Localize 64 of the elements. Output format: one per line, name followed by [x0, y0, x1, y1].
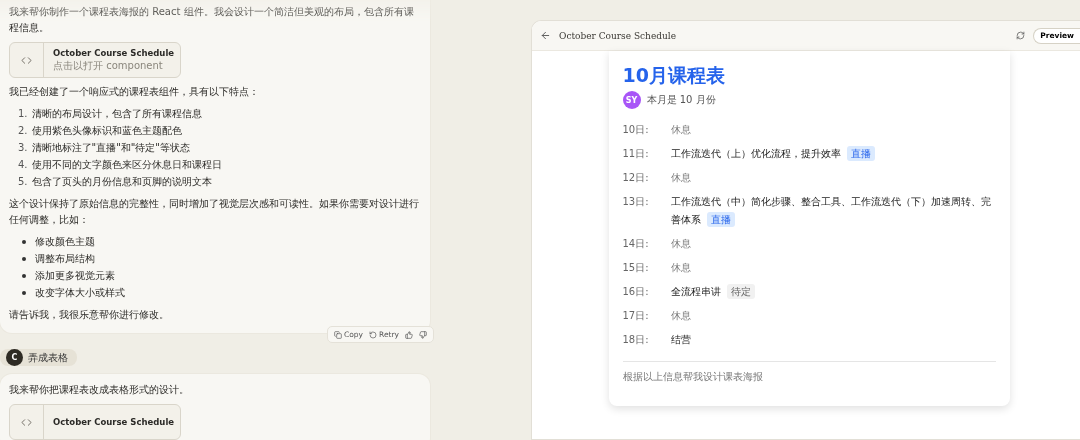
date-label: 12日: [622, 171, 650, 185]
user-avatar: C [6, 349, 23, 366]
schedule-title: 10月课程表 [622, 63, 726, 87]
artifact-card[interactable]: October Course Schedule [9, 404, 181, 440]
status-tag: 直播 [846, 146, 875, 161]
message-text: 这个设计保持了原始信息的完整性，同时增加了视觉层次感和可读性。如果你需要对设计进行任何调整，比如： [9, 197, 420, 227]
list-item-text: 清晰地标注了"直播"和"待定"等状态 [31, 141, 190, 155]
list-number: 4. [18, 158, 28, 172]
artifact-card[interactable]: October Course Schedule 点击以打开 component [9, 42, 181, 78]
bullet-icon [22, 257, 26, 261]
bullet-icon [22, 291, 26, 295]
bullet-icon [22, 240, 26, 244]
schedule-entry: 休息 [670, 237, 692, 251]
message-text: 我来帮你把课程表改成表格形式的设计。 [9, 383, 190, 397]
date-label: 11日: [622, 147, 650, 161]
date-label: 15日: [622, 261, 650, 275]
back-icon[interactable] [540, 30, 551, 41]
list-item-text: 改变字体大小或样式 [35, 286, 125, 300]
schedule-entry: 工作流迭代（上）优化流程，提升效率 直播 [670, 145, 996, 163]
user-message-text: 弄成表格 [28, 350, 68, 365]
schedule-entry: 休息 [670, 261, 692, 275]
date-label: 10日: [622, 123, 650, 137]
panel-title: October Course Schedule [559, 30, 677, 41]
message-text: 请告诉我，我很乐意帮你进行修改。 [9, 308, 170, 322]
schedule-entry: 工作流迭代（中）简化步骤、整合工具、工作流迭代（下）加速周转、完善体系 直播 [670, 195, 992, 229]
schedule-entry: 休息 [670, 171, 692, 185]
date-label: 17日: [622, 309, 650, 323]
schedule-entry: 全流程串讲 待定 [670, 283, 996, 301]
code-icon [21, 54, 32, 66]
bullet-icon [22, 274, 26, 278]
artifact-title: October Course Schedule [53, 417, 175, 427]
list-number: 2. [18, 124, 28, 138]
schedule-entry: 结营 [670, 333, 692, 347]
date-label: 14日: [622, 237, 650, 251]
list-item-text: 添加更多视觉元素 [35, 269, 115, 283]
code-icon [21, 416, 32, 428]
status-tag: 直播 [706, 212, 735, 227]
thumbs-up-icon[interactable] [405, 330, 413, 339]
date-label: 13日: [622, 195, 650, 209]
list-item-text: 修改颜色主题 [35, 235, 95, 249]
list-item-text: 使用不同的文字颜色来区分休息日和课程日 [31, 158, 222, 172]
date-label: 16日: [622, 285, 650, 299]
copy-icon [334, 330, 342, 339]
schedule-subtitle: 本月是 10 月份 [646, 93, 716, 107]
list-number: 3. [18, 141, 28, 155]
list-number: 5. [18, 175, 28, 189]
retry-icon [369, 330, 378, 339]
schedule-entry: 休息 [670, 309, 692, 323]
schedule-entry: 休息 [670, 123, 692, 137]
message-text: 我来帮你制作一个课程表海报的 React 组件。我会设计一个简洁但美观的布局，包含所有课程信息。 [9, 5, 415, 35]
list-item-text: 包含了页头的月份信息和页脚的说明文本 [31, 175, 212, 189]
message-text: 我已经创建了一个响应式的课程表组件，具有以下特点： [9, 85, 260, 99]
thumbs-down-icon[interactable] [419, 330, 427, 339]
list-item-text: 调整布局结构 [35, 252, 95, 266]
list-number: 1. [18, 107, 28, 121]
refresh-icon[interactable] [1016, 31, 1026, 40]
schedule-footer: 根据以上信息帮我设计课表海报 [622, 361, 996, 384]
artifact-subtitle: 点击以打开 component [53, 58, 164, 73]
list-item-text: 清晰的布局设计，包含了所有课程信息 [31, 107, 202, 121]
list-item-text: 使用紫色头像标识和蓝色主题配色 [31, 124, 182, 138]
date-label: 18日: [622, 333, 650, 347]
artifact-title: October Course Schedule [53, 47, 175, 58]
status-tag: 待定 [726, 284, 755, 299]
avatar: SY [622, 91, 641, 109]
